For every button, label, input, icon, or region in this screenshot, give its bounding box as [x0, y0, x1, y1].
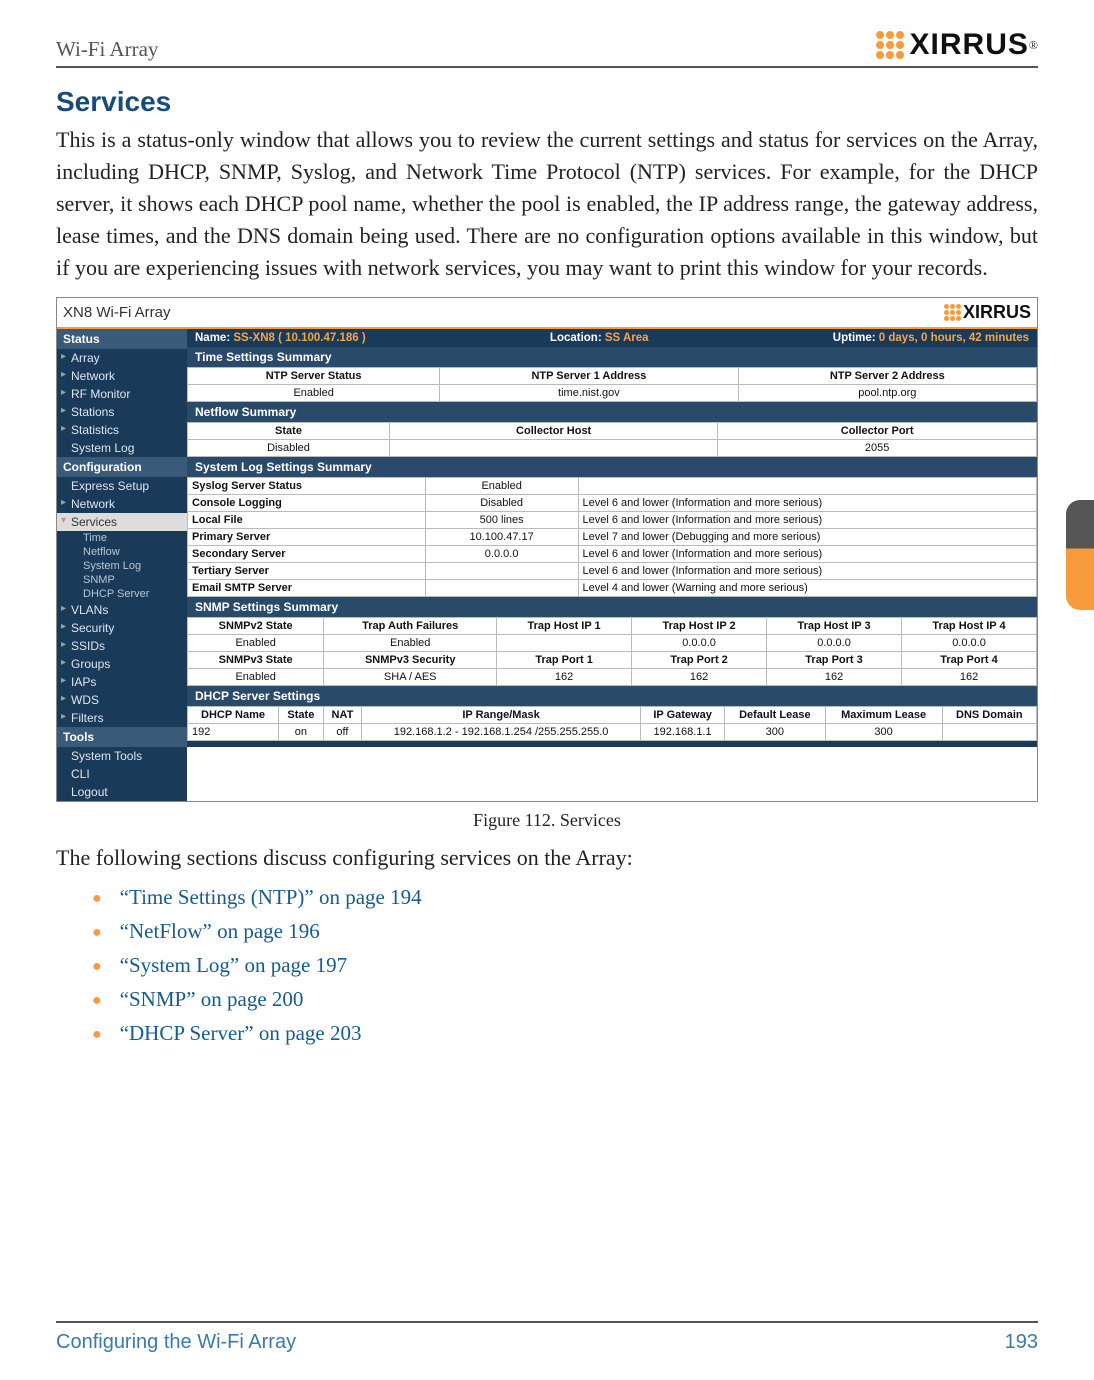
netflow-table: StateCollector HostCollector Port Disabl…: [187, 422, 1037, 457]
footer-section: Configuring the Wi-Fi Array: [56, 1331, 296, 1354]
table-row: Secondary Server0.0.0.0Level 6 and lower…: [188, 546, 1037, 563]
th-nf-host: Collector Host: [390, 423, 718, 440]
info-name-label: Name:: [195, 332, 230, 344]
screenshot-main: Name: SS-XN8 ( 10.100.47.186 ) Location:…: [187, 329, 1037, 801]
td-nf-state: Disabled: [188, 440, 390, 457]
time-table: NTP Server StatusNTP Server 1 AddressNTP…: [187, 367, 1037, 402]
footer-page-number: 193: [1005, 1331, 1038, 1354]
sidebar-section-configuration: Configuration: [57, 457, 187, 477]
screenshot-footer-bar: [187, 741, 1037, 747]
sidebar-item-groups[interactable]: Groups: [57, 655, 187, 673]
sidebar-sub-dhcp-server[interactable]: DHCP Server: [57, 587, 187, 601]
screenshot-brand-name: XIRRUS: [963, 302, 1031, 323]
th-ntp1: NTP Server 1 Address: [440, 368, 738, 385]
sidebar-item-system-tools[interactable]: System Tools: [57, 747, 187, 765]
page-footer: Configuring the Wi-Fi Array 193: [56, 1321, 1038, 1354]
info-name-value: SS-XN8 ( 10.100.47.186 ): [233, 332, 365, 344]
link-snmp[interactable]: “SNMP” on page 200: [120, 987, 304, 1012]
sidebar-sub-snmp[interactable]: SNMP: [57, 573, 187, 587]
td-ntp1: time.nist.gov: [440, 385, 738, 402]
sidebar-sub-time[interactable]: Time: [57, 531, 187, 545]
logo-dots-icon: [944, 304, 961, 321]
sidebar-item-network[interactable]: Network: [57, 367, 187, 385]
sidebar-item-array[interactable]: Array: [57, 349, 187, 367]
page-title: Services: [56, 86, 1038, 118]
window-title: XN8 Wi-Fi Array: [63, 304, 171, 321]
link-time-settings[interactable]: “Time Settings (NTP)” on page 194: [120, 885, 422, 910]
doc-section-label: Wi-Fi Array: [56, 37, 158, 62]
page-header: Wi-Fi Array XIRRUS®: [56, 28, 1038, 68]
link-netflow[interactable]: “NetFlow” on page 196: [120, 919, 320, 944]
sidebar-item-logout[interactable]: Logout: [57, 783, 187, 801]
services-screenshot: XN8 Wi-Fi Array XIRRUS Status Array Netw…: [56, 297, 1038, 802]
table-row: Tertiary ServerLevel 6 and lower (Inform…: [188, 563, 1037, 580]
info-location-label: Location:: [550, 332, 602, 344]
lead-text: The following sections discuss configuri…: [56, 845, 1038, 871]
sidebar-section-status: Status: [57, 329, 187, 349]
snmp-table: SNMPv2 State Trap Auth Failures Trap Hos…: [187, 617, 1037, 686]
th-nf-port: Collector Port: [718, 423, 1037, 440]
sidebar-sub-system-log[interactable]: System Log: [57, 559, 187, 573]
screenshot-brand-logo: XIRRUS: [944, 302, 1031, 323]
sidebar-item-vlans[interactable]: VLANs: [57, 601, 187, 619]
sidebar-item-statistics[interactable]: Statistics: [57, 421, 187, 439]
sidebar-item-rf-monitor[interactable]: RF Monitor: [57, 385, 187, 403]
page-tab-decoration: [1066, 500, 1094, 610]
sidebar-item-wds[interactable]: WDS: [57, 691, 187, 709]
nav-sidebar: Status Array Network RF Monitor Stations…: [57, 329, 187, 801]
section-netflow: Netflow Summary: [187, 402, 1037, 422]
figure-caption: Figure 112. Services: [56, 810, 1038, 831]
cross-reference-list: “Time Settings (NTP)” on page 194 “NetFl…: [92, 885, 1038, 1049]
sidebar-item-services[interactable]: Services: [57, 513, 187, 531]
link-dhcp-server[interactable]: “DHCP Server” on page 203: [120, 1021, 362, 1046]
sidebar-item-security[interactable]: Security: [57, 619, 187, 637]
syslog-table: Syslog Server StatusEnabled Console Logg…: [187, 477, 1037, 597]
sidebar-item-ssids[interactable]: SSIDs: [57, 637, 187, 655]
screenshot-titlebar: XN8 Wi-Fi Array XIRRUS: [57, 298, 1037, 329]
sidebar-item-iaps[interactable]: IAPs: [57, 673, 187, 691]
list-item: “DHCP Server” on page 203: [92, 1021, 1038, 1049]
list-item: “Time Settings (NTP)” on page 194: [92, 885, 1038, 913]
table-row: Primary Server10.100.47.17Level 7 and lo…: [188, 529, 1037, 546]
info-uptime-label: Uptime:: [833, 332, 876, 344]
sidebar-item-cli[interactable]: CLI: [57, 765, 187, 783]
table-row: Email SMTP ServerLevel 4 and lower (Warn…: [188, 580, 1037, 597]
sidebar-section-tools: Tools: [57, 727, 187, 747]
dhcp-table: DHCP Name State NAT IP Range/Mask IP Gat…: [187, 706, 1037, 741]
th-ntp-status: NTP Server Status: [188, 368, 440, 385]
section-snmp: SNMP Settings Summary: [187, 597, 1037, 617]
table-row: Syslog Server StatusEnabled: [188, 478, 1037, 495]
section-time-settings: Time Settings Summary: [187, 347, 1037, 367]
logo-dots-icon: [876, 31, 904, 59]
sidebar-item-network-cfg[interactable]: Network: [57, 495, 187, 513]
list-item: “NetFlow” on page 196: [92, 919, 1038, 947]
sidebar-sub-netflow[interactable]: Netflow: [57, 545, 187, 559]
sidebar-item-stations[interactable]: Stations: [57, 403, 187, 421]
table-row: Local File500 linesLevel 6 and lower (In…: [188, 512, 1037, 529]
list-item: “System Log” on page 197: [92, 953, 1038, 981]
sidebar-item-filters[interactable]: Filters: [57, 709, 187, 727]
intro-paragraph: This is a status-only window that allows…: [56, 124, 1038, 283]
info-row: Name: SS-XN8 ( 10.100.47.186 ) Location:…: [187, 329, 1037, 347]
table-row: Console LoggingDisabledLevel 6 and lower…: [188, 495, 1037, 512]
th-nf-state: State: [188, 423, 390, 440]
link-system-log[interactable]: “System Log” on page 197: [120, 953, 347, 978]
th-ntp2: NTP Server 2 Address: [738, 368, 1036, 385]
td-ntp-status: Enabled: [188, 385, 440, 402]
info-location-value: SS Area: [605, 332, 649, 344]
registered-icon: ®: [1029, 38, 1038, 53]
brand-name: XIRRUS: [910, 28, 1029, 62]
td-ntp2: pool.ntp.org: [738, 385, 1036, 402]
brand-logo: XIRRUS®: [876, 28, 1038, 62]
info-uptime-value: 0 days, 0 hours, 42 minutes: [879, 332, 1029, 344]
sidebar-item-express-setup[interactable]: Express Setup: [57, 477, 187, 495]
list-item: “SNMP” on page 200: [92, 987, 1038, 1015]
td-nf-host: [390, 440, 718, 457]
section-dhcp: DHCP Server Settings: [187, 686, 1037, 706]
section-syslog: System Log Settings Summary: [187, 457, 1037, 477]
sidebar-item-system-log[interactable]: System Log: [57, 439, 187, 457]
td-nf-port: 2055: [718, 440, 1037, 457]
